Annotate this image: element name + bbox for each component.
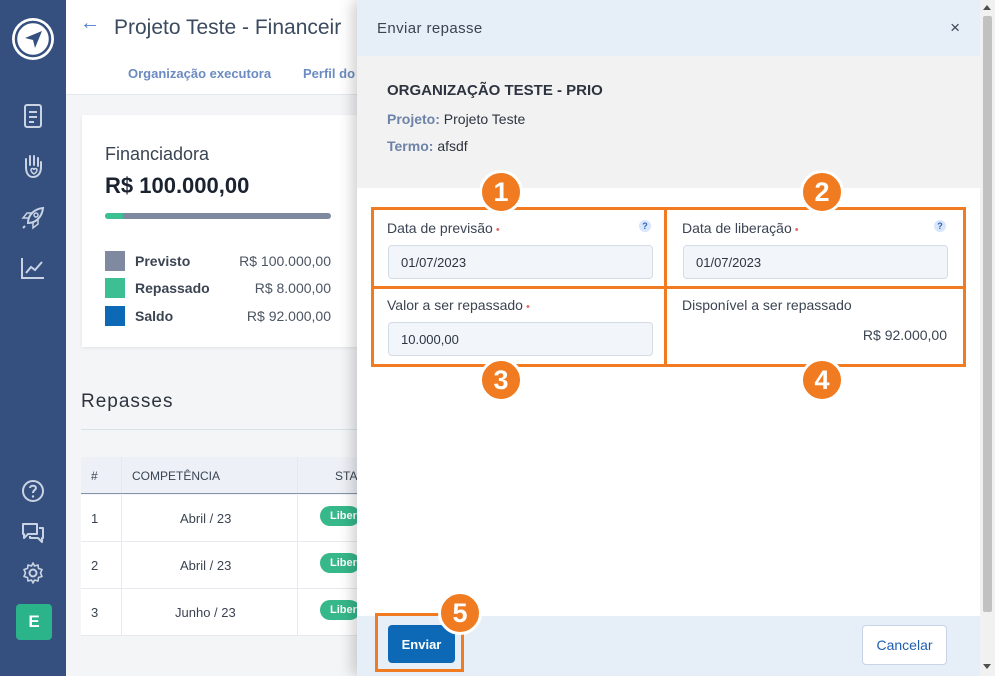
back-arrow-icon[interactable]: ← [80,12,100,35]
annotation-box-1 [371,207,667,289]
modal-header: Enviar repasse × [357,0,980,56]
annotation-number-3: 3 [479,358,523,402]
card-amount: R$ 100.000,00 [105,173,250,198]
organization-info: ORGANIZAÇÃO TESTE - PRIO Projeto: Projet… [357,56,980,188]
cancel-button[interactable]: Cancelar [862,625,947,665]
scroll-down-icon[interactable] [983,664,991,669]
row-competencia: Abril / 23 [180,511,232,526]
hand-heart-icon[interactable] [19,152,47,180]
termo-label: Termo: [387,138,434,154]
row-num: 2 [91,558,99,573]
annotation-box-3 [371,286,667,367]
scroll-up-icon[interactable] [983,5,991,10]
annotation-box-4 [664,286,966,367]
legend-value: R$ 8.000,00 [254,280,331,296]
document-icon[interactable] [19,102,47,130]
close-icon[interactable]: × [950,18,960,38]
projeto-value: Projeto Teste [443,111,526,127]
progress-fill [105,213,124,219]
legend-repassado: Repassado R$ 8.000,00 [105,278,331,298]
column-divider [121,589,122,635]
legend-saldo: Saldo R$ 92.000,00 [105,306,331,326]
repasses-title: Repasses [81,391,174,412]
row-competencia: Junho / 23 [175,605,236,620]
table-header: # COMPETÊNCIA STA [81,457,357,494]
help-icon[interactable] [19,477,47,505]
column-divider [121,457,122,493]
column-header-status[interactable]: STA [335,469,357,483]
chat-icon[interactable] [19,518,47,546]
column-divider [297,589,298,635]
annotation-number-2: 2 [800,170,844,214]
legend-label: Previsto [135,253,191,269]
annotation-number-5: 5 [438,591,482,635]
legend-swatch [105,251,125,271]
column-divider [297,495,298,541]
scrollbar[interactable] [980,0,995,676]
financiadora-card: Financiadora R$ 100.000,00 Previsto R$ 1… [82,115,357,347]
status-badge: Liber [320,506,360,526]
card-title: Financiadora [105,144,210,164]
column-header-competencia[interactable]: COMPETÊNCIA [132,469,220,483]
termo-value: afsdf [437,138,468,154]
legend-swatch [105,278,125,298]
table-row[interactable]: 2 Abril / 23 Liber [81,542,360,589]
row-competencia: Abril / 23 [180,558,232,573]
tab-organizacao-executora[interactable]: Organização executora [128,66,271,81]
gear-icon[interactable] [19,559,47,587]
legend-value: R$ 92.000,00 [246,308,331,324]
modal-title: Enviar repasse [377,20,483,37]
termo-line: Termo: afsdf [387,138,468,154]
row-num: 3 [91,605,99,620]
column-divider [121,542,122,588]
projeto-label: Projeto: [387,111,440,127]
organization-name: ORGANIZAÇÃO TESTE - PRIO [387,82,603,99]
annotation-number-1: 1 [479,170,523,214]
annotation-number-4: 4 [800,358,844,402]
annotation-box-2 [664,207,966,289]
page-title: Projeto Teste - Financeir [114,16,342,39]
logo-icon[interactable] [12,18,54,60]
status-badge: Liber [320,553,360,573]
tab-perfil[interactable]: Perfil do [303,66,355,81]
divider [81,429,357,430]
legend-label: Saldo [135,308,174,324]
column-header-num: # [91,469,98,483]
scrollbar-thumb[interactable] [983,16,992,612]
legend-value: R$ 100.000,00 [239,253,331,269]
projeto-line: Projeto: Projeto Teste [387,111,525,127]
column-divider [121,495,122,541]
table-row[interactable]: 3 Junho / 23 Liber [81,589,360,636]
status-badge: Liber [320,600,360,620]
user-avatar[interactable]: E [16,604,52,640]
table-row[interactable]: 1 Abril / 23 Liber [81,495,360,542]
legend-label: Repassado [135,280,210,296]
legend-swatch [105,306,125,326]
progress-bar [105,213,331,219]
sidebar: E [0,0,66,676]
column-divider [297,542,298,588]
rocket-icon[interactable] [19,204,47,232]
chart-icon[interactable] [19,254,47,282]
column-divider [297,457,298,493]
legend-previsto: Previsto R$ 100.000,00 [105,251,331,271]
row-num: 1 [91,511,99,526]
